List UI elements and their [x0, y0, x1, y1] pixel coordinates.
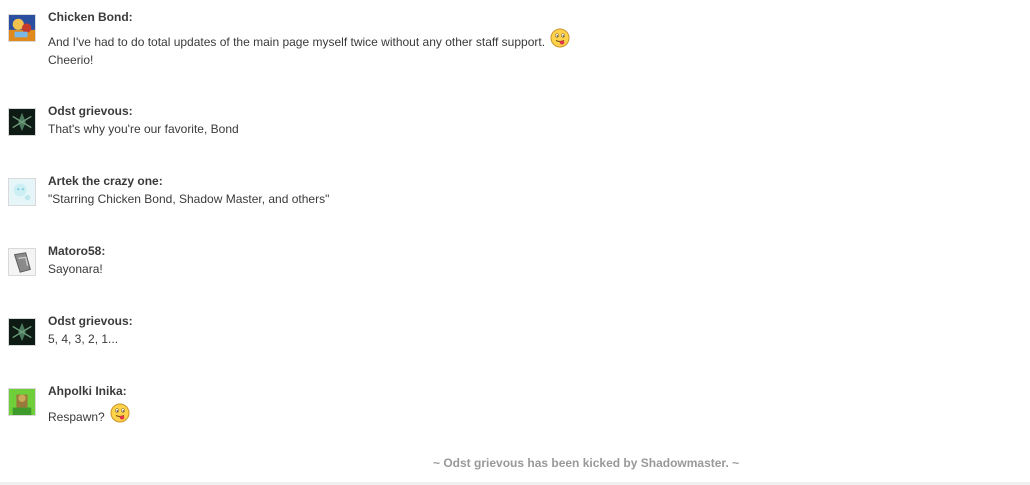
message-username[interactable]: Matoro58:	[48, 242, 105, 260]
chat-message: Odst grievous: 5, 4, 3, 2, 1...	[8, 312, 133, 348]
odst-grievous-avatar[interactable]	[8, 108, 36, 136]
odst-grievous-avatar[interactable]	[8, 318, 36, 346]
message-line: And I've had to do total updates of the …	[48, 35, 546, 49]
message-line: Cheerio!	[48, 53, 94, 67]
chat-message: Matoro58: Sayonara!	[8, 242, 105, 278]
message-text: "Starring Chicken Bond, Shadow Master, a…	[48, 192, 330, 206]
message-username[interactable]: Ahpolki Inika:	[48, 382, 130, 400]
message-username[interactable]: Odst grievous:	[48, 312, 133, 330]
message-text: 5, 4, 3, 2, 1...	[48, 332, 119, 346]
chat-message: Odst grievous: That's why you're our fav…	[8, 102, 239, 138]
message-line: Respawn?	[48, 410, 105, 424]
message-username[interactable]: Artek the crazy one:	[48, 172, 329, 190]
ahpolki-inika-avatar[interactable]	[8, 388, 36, 416]
chat-message: Ahpolki Inika: Respawn?	[8, 382, 130, 426]
message-username[interactable]: Odst grievous:	[48, 102, 239, 120]
chat-message: Chicken Bond: And I've had to do total u…	[8, 8, 570, 69]
tongue-out-smiley-icon	[110, 403, 130, 423]
system-message: ~ Odst grievous has been kicked by Shado…	[433, 456, 740, 470]
matoro58-avatar[interactable]	[8, 248, 36, 276]
message-text: And I've had to do total updates of the …	[48, 28, 570, 69]
chicken-bond-avatar[interactable]	[8, 14, 36, 42]
message-text: Sayonara!	[48, 262, 103, 276]
message-text: Respawn?	[48, 403, 130, 426]
artek-avatar[interactable]	[8, 178, 36, 206]
message-text: That's why you're our favorite, Bond	[48, 122, 239, 136]
chat-message: Artek the crazy one: "Starring Chicken B…	[8, 172, 329, 208]
tongue-out-smiley-icon	[550, 28, 570, 48]
message-username[interactable]: Chicken Bond:	[48, 8, 570, 26]
